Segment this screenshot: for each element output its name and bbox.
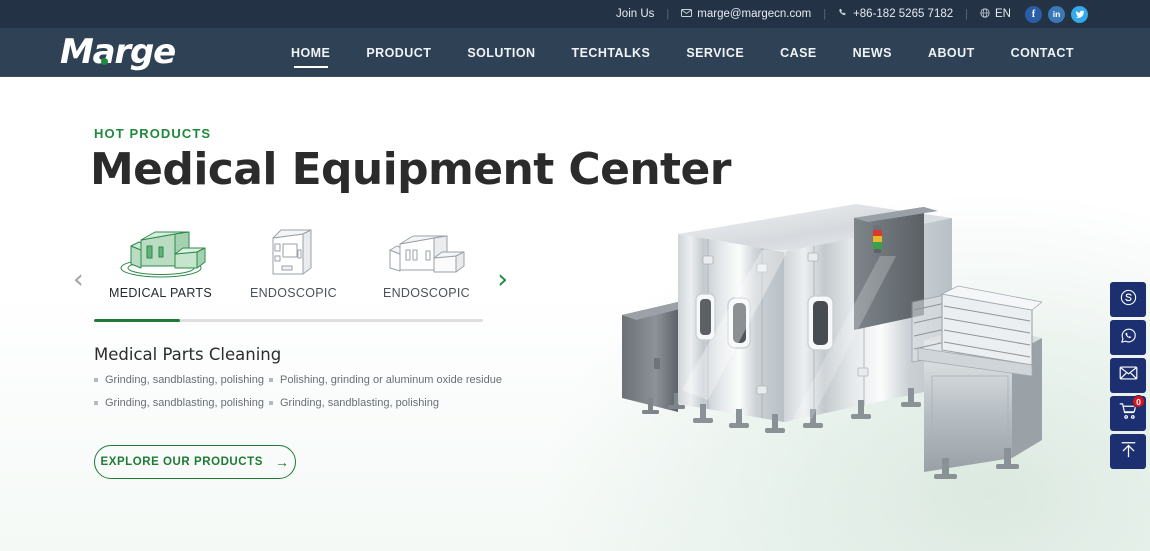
- carousel-slide-endoscopic-2[interactable]: ENDOSCOPIC: [360, 218, 493, 300]
- carousel-progress-bar[interactable]: [94, 319, 483, 322]
- page-title: Medical Equipment Center: [90, 144, 731, 195]
- nav-item-techtalks[interactable]: TECHTALKS: [554, 28, 669, 77]
- brand-logo[interactable]: Marge: [60, 32, 176, 72]
- brand-logo-text: Marge: [60, 32, 176, 72]
- envelope-icon: [1119, 365, 1138, 386]
- top-utility-bar: Join Us | marge@margecn.com | +86-182 52…: [0, 0, 1150, 28]
- main-navigation-bar: Marge HOME PRODUCT SOLUTION TECHTALKS SE…: [0, 28, 1150, 77]
- carousel-next-button[interactable]: ›: [497, 266, 508, 293]
- divider: |: [823, 8, 827, 20]
- skype-icon: [1119, 288, 1138, 312]
- divider: |: [666, 8, 670, 20]
- feature-text: Grinding, sandblasting, polishing: [105, 374, 264, 386]
- bullet-icon: [269, 378, 273, 382]
- nav-item-case[interactable]: CASE: [762, 28, 835, 77]
- language-label: EN: [995, 8, 1011, 20]
- carousel-prev-button[interactable]: ‹: [73, 266, 84, 293]
- nav-item-product[interactable]: PRODUCT: [348, 28, 449, 77]
- nav-item-news[interactable]: NEWS: [835, 28, 910, 77]
- product-title: Medical Parts Cleaning: [94, 345, 282, 364]
- list-item: Grinding, sandblasting, polishing: [94, 397, 269, 409]
- carousel-slide-label: ENDOSCOPIC: [382, 286, 471, 300]
- feature-text: Grinding, sandblasting, polishing: [105, 397, 264, 409]
- list-item: Grinding, sandblasting, polishing: [94, 374, 269, 386]
- carousel-slide-label: ENDOSCOPIC: [249, 286, 338, 300]
- nav-item-contact[interactable]: CONTACT: [993, 28, 1092, 77]
- carousel-slide-medical-parts[interactable]: MEDICAL PARTS: [94, 218, 227, 300]
- phone-text: +86-182 5265 7182: [853, 8, 954, 20]
- nav-item-about[interactable]: ABOUT: [910, 28, 993, 77]
- nav-item-solution[interactable]: SOLUTION: [449, 28, 553, 77]
- logo-dot-icon: [101, 58, 108, 65]
- join-us-label: Join Us: [616, 8, 655, 20]
- envelope-icon: [681, 8, 693, 20]
- list-item: Grinding, sandblasting, polishing: [269, 397, 514, 409]
- email-link[interactable]: marge@margecn.com: [681, 8, 811, 20]
- twitter-icon[interactable]: [1071, 5, 1088, 23]
- product-carousel: ‹ › MEDICAL PARTS ENDOSCOPIC ENDOSCOPIC: [70, 218, 520, 326]
- bullet-icon: [94, 401, 98, 405]
- product-feature-list: Grinding, sandblasting, polishing Polish…: [94, 374, 514, 409]
- cart-button[interactable]: 0: [1110, 395, 1146, 431]
- whatsapp-button[interactable]: [1110, 320, 1146, 355]
- endoscopic-machine-icon: [360, 218, 493, 280]
- language-switcher[interactable]: EN: [980, 8, 1011, 21]
- hero-product-image: [612, 190, 1043, 510]
- carousel-slide-endoscopic-1[interactable]: ENDOSCOPIC: [227, 218, 360, 300]
- cart-badge: 0: [1132, 395, 1145, 408]
- whatsapp-icon: [1119, 326, 1138, 350]
- email-text: marge@margecn.com: [697, 8, 812, 20]
- phone-link[interactable]: +86-182 5265 7182: [838, 8, 953, 21]
- floating-action-rail: 0: [1110, 282, 1146, 469]
- back-to-top-button[interactable]: [1110, 434, 1146, 469]
- explore-products-label: EXPLORE OUR PRODUCTS: [100, 456, 263, 468]
- bullet-icon: [94, 378, 98, 382]
- carousel-slide-label: MEDICAL PARTS: [109, 286, 212, 300]
- explore-products-button[interactable]: EXPLORE OUR PRODUCTS →: [94, 445, 296, 479]
- endoscopic-machine-icon: [227, 218, 360, 280]
- bullet-icon: [269, 401, 273, 405]
- join-us-link[interactable]: Join Us: [616, 8, 654, 20]
- facebook-icon[interactable]: f: [1025, 5, 1042, 23]
- list-item: Polishing, grinding or aluminum oxide re…: [269, 374, 514, 386]
- linkedin-icon[interactable]: in: [1048, 5, 1065, 23]
- phone-icon: [838, 8, 848, 21]
- nav-item-home[interactable]: HOME: [273, 28, 348, 77]
- carousel-progress-fill: [94, 319, 180, 322]
- skype-button[interactable]: [1110, 282, 1146, 317]
- email-button[interactable]: [1110, 358, 1146, 393]
- social-links: f in: [1025, 5, 1088, 23]
- nav-item-service[interactable]: SERVICE: [668, 28, 762, 77]
- feature-text: Grinding, sandblasting, polishing: [280, 397, 439, 409]
- feature-text: Polishing, grinding or aluminum oxide re…: [280, 374, 502, 386]
- medical-parts-machine-icon: [94, 218, 227, 280]
- hero-eyebrow: HOT PRODUCTS: [94, 126, 212, 141]
- globe-icon: [980, 8, 990, 21]
- arrow-up-icon: [1119, 440, 1138, 464]
- divider: |: [965, 8, 969, 20]
- carousel-thumbnails: MEDICAL PARTS ENDOSCOPIC ENDOSCOPIC: [94, 218, 494, 300]
- arrow-right-icon: →: [274, 454, 290, 470]
- nav-links: HOME PRODUCT SOLUTION TECHTALKS SERVICE …: [273, 28, 1092, 77]
